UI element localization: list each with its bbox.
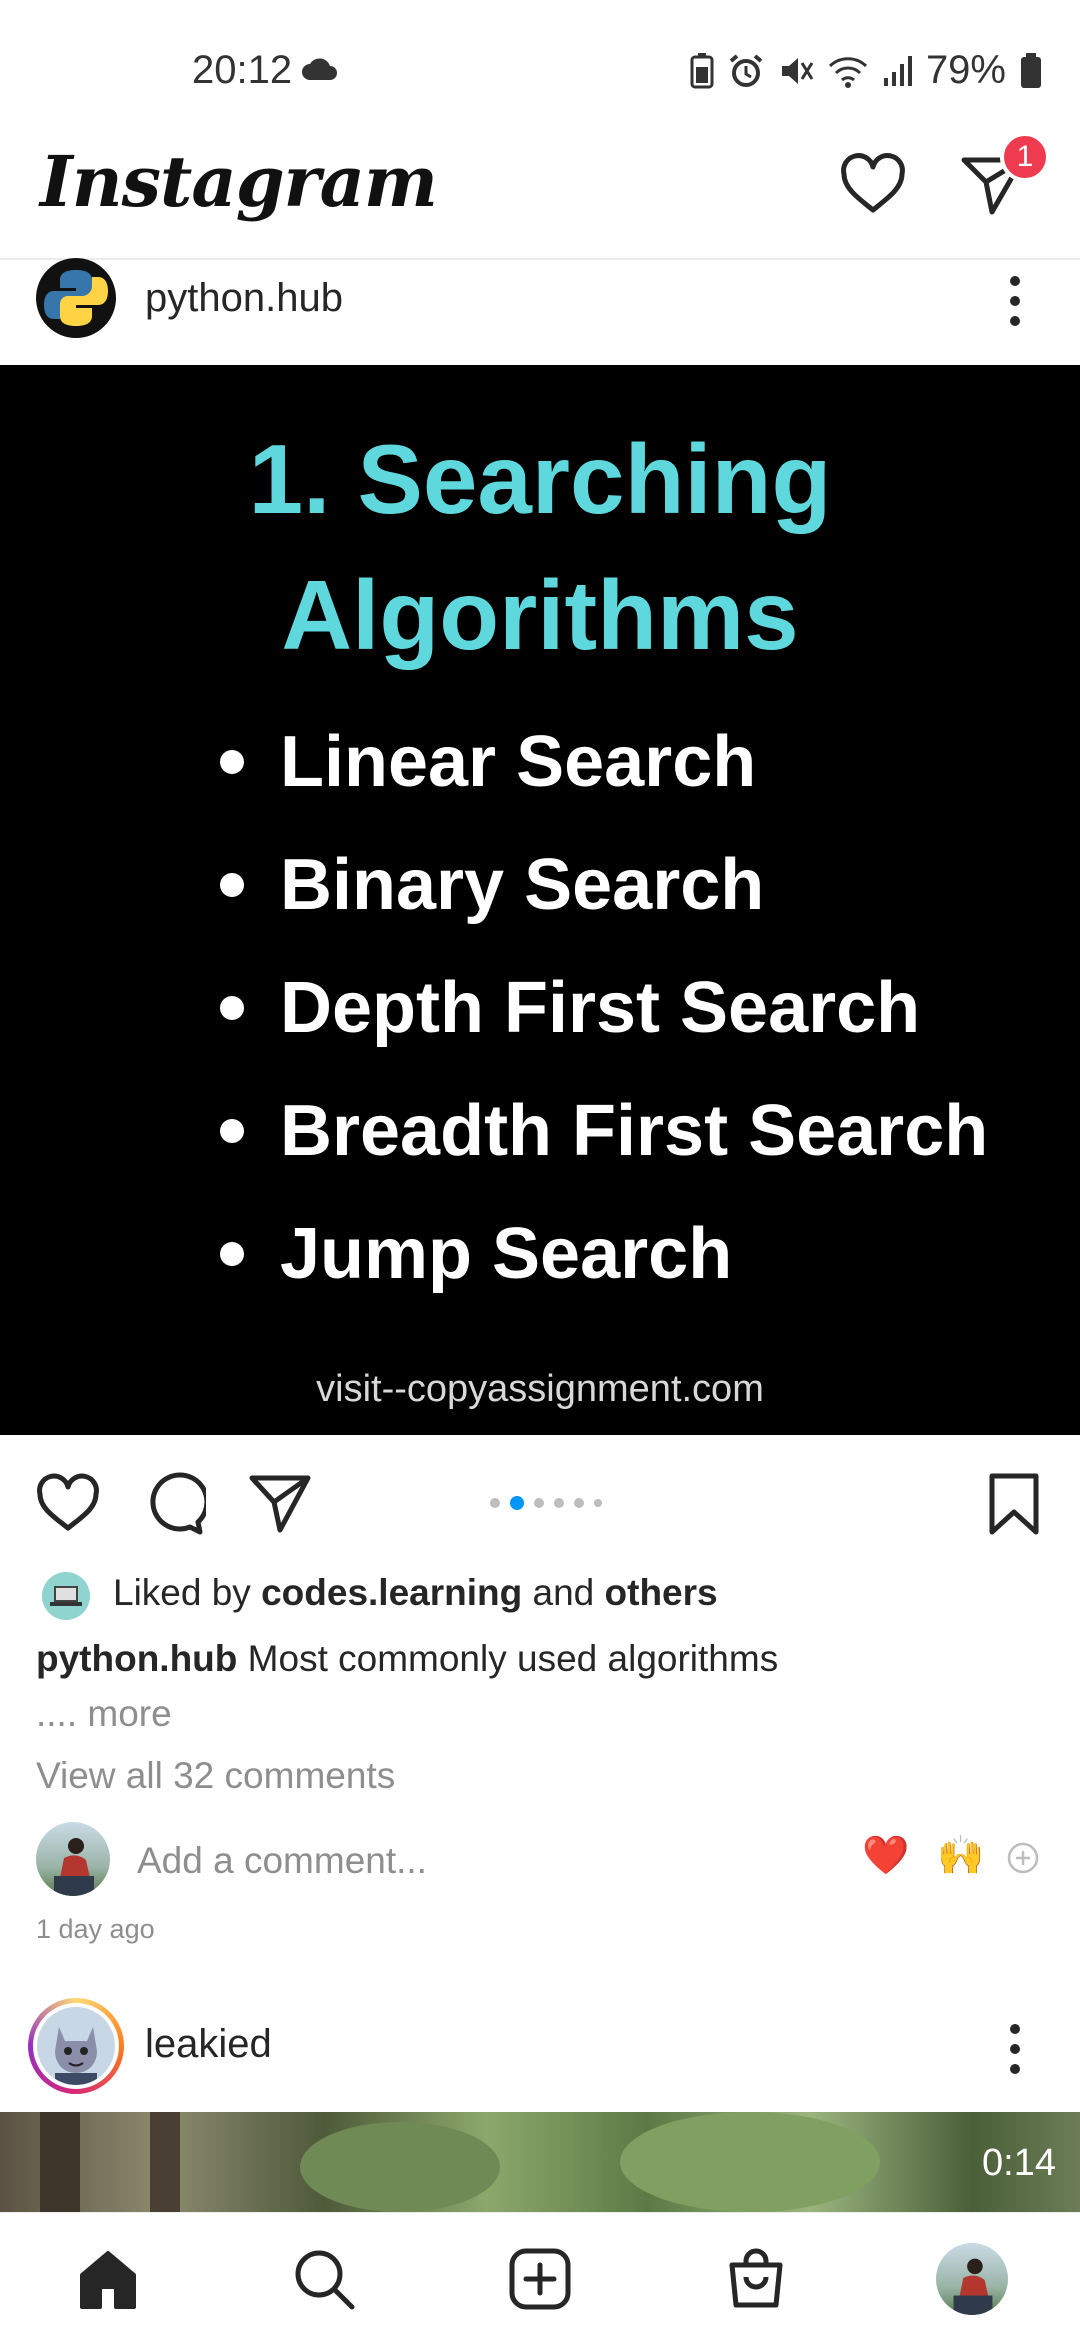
liked-by-prefix: Liked by <box>113 1572 251 1613</box>
add-emoji-icon[interactable] <box>1006 1841 1040 1875</box>
image-list-item: Breadth First Search <box>220 1069 988 1192</box>
cartoon-cat-icon <box>55 2027 97 2085</box>
home-icon[interactable] <box>76 2247 140 2311</box>
signal-icon <box>883 55 912 86</box>
carousel-dot <box>490 1498 500 1508</box>
bottom-navigation <box>0 2212 1080 2341</box>
profile-tab-avatar[interactable] <box>936 2243 1008 2315</box>
battery-percent: 79% <box>925 48 1006 92</box>
image-title-line2: Algorithms <box>281 560 799 670</box>
python-logo-icon <box>44 270 108 326</box>
comment-icon[interactable] <box>142 1472 206 1536</box>
foliage <box>620 2112 880 2212</box>
save-bookmark-icon[interactable] <box>982 1472 1046 1536</box>
next-post-video[interactable] <box>0 2112 1080 2212</box>
laptop-icon <box>50 1586 82 1606</box>
caption: python.hub Most commonly used algorithms <box>36 1638 778 1680</box>
liked-by-line: Liked by codes.learning and others <box>113 1572 718 1614</box>
liked-by-others[interactable]: others <box>605 1572 718 1613</box>
image-algorithm-list: Linear Search Binary Search Depth First … <box>220 700 988 1315</box>
quick-reaction-raised-hands[interactable]: 🙌 <box>937 1834 984 1878</box>
post-author-avatar[interactable] <box>36 258 116 338</box>
person-photo-icon <box>54 1838 94 1896</box>
alarm-icon <box>729 53 763 87</box>
image-list-item: Linear Search <box>220 700 988 823</box>
caption-text: Most commonly used algorithms <box>247 1638 779 1679</box>
caption-username[interactable]: python.hub <box>36 1638 237 1679</box>
video-duration: 0:14 <box>982 2142 1056 2184</box>
caption-more-link[interactable]: .... more <box>36 1693 172 1735</box>
share-icon[interactable] <box>248 1472 312 1536</box>
instagram-logo[interactable]: Instagram <box>40 140 438 223</box>
wifi-icon <box>828 56 867 88</box>
next-post-avatar <box>37 2007 115 2085</box>
carousel-dot <box>534 1498 544 1508</box>
quick-reaction-heart[interactable]: ❤️ <box>862 1834 909 1878</box>
search-icon[interactable] <box>292 2247 356 2311</box>
activity-heart-icon[interactable] <box>838 150 908 220</box>
carousel-dot-active <box>510 1496 524 1510</box>
next-post-options-icon[interactable] <box>1010 2024 1022 2074</box>
add-comment-input[interactable]: Add a comment... <box>137 1840 427 1882</box>
story-ring[interactable] <box>28 1998 124 2094</box>
shop-bag-icon[interactable] <box>724 2247 788 2311</box>
person-photo-icon <box>953 2258 993 2315</box>
carousel-indicator <box>490 1496 602 1510</box>
carousel-dot <box>554 1498 564 1508</box>
liked-by-and: and <box>532 1572 595 1613</box>
header-divider <box>0 258 1080 260</box>
liker-avatar[interactable] <box>42 1572 90 1620</box>
status-bar: 20:12 79% <box>0 0 1080 145</box>
post-options-icon[interactable] <box>1010 276 1022 326</box>
post-author-username[interactable]: python.hub <box>145 276 343 321</box>
image-list-item: Depth First Search <box>220 946 988 1069</box>
carousel-dot <box>574 1498 584 1508</box>
tree-trunk <box>40 2112 80 2212</box>
view-all-comments-link[interactable]: View all 32 comments <box>36 1755 395 1797</box>
new-post-icon[interactable] <box>508 2247 572 2311</box>
mute-icon <box>781 57 814 84</box>
image-list-item: Jump Search <box>220 1192 988 1315</box>
foliage <box>300 2122 500 2212</box>
carousel-dot <box>594 1499 602 1507</box>
post-timestamp: 1 day ago <box>36 1914 155 1944</box>
battery-saver-icon <box>690 52 714 88</box>
image-title-line1: 1. Searching <box>248 424 832 534</box>
battery-icon <box>1021 52 1041 88</box>
messages-badge: 1 <box>1000 132 1050 182</box>
status-time: 20:12 <box>192 48 293 92</box>
next-post-username[interactable]: leakied <box>145 2022 272 2067</box>
cloud-icon <box>302 58 337 80</box>
own-avatar[interactable] <box>36 1822 110 1896</box>
status-icons: 79% <box>690 48 1042 93</box>
image-footer-url: visit--copyassignment.com <box>316 1368 764 1410</box>
story-ring-inner <box>33 2003 119 2089</box>
tree-trunk <box>150 2112 180 2212</box>
like-heart-icon[interactable] <box>36 1472 100 1536</box>
liked-by-user[interactable]: codes.learning <box>261 1572 522 1613</box>
image-list-item: Binary Search <box>220 823 988 946</box>
